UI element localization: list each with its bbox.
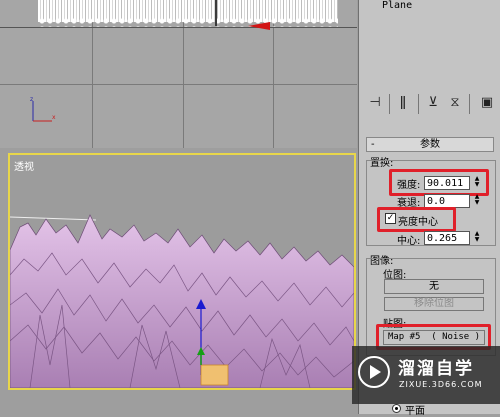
modifier-stack-toolbar: ⊣ ǁ ⊻ ⧖ ▣ [362,94,500,118]
center-label: 中心: [397,236,421,247]
parameters-rollout-header[interactable]: - 参数 [366,137,494,152]
remove-modifier-icon[interactable]: ⧖ [446,94,464,112]
bitmap-none-button[interactable]: 无 [384,279,484,294]
pivot-line [215,0,217,26]
ground-line [0,27,357,28]
x-axis-gizmo-icon[interactable] [248,20,272,32]
watermark-url: ZIXUE.3D66.COM [399,380,483,389]
divider [469,94,470,114]
watermark: 溜溜自学 ZIXUE.3D66.COM [352,346,500,404]
selected-object-name[interactable]: Plane [382,0,412,11]
center-spinner-arrows[interactable]: ▲ ▼ [472,231,482,245]
pin-stack-icon[interactable]: ⊣ [366,94,384,112]
decay-spinner-arrows[interactable]: ▲ ▼ [472,194,482,208]
configure-sets-icon[interactable]: ▣ [478,94,496,112]
front-viewport[interactable]: z x [0,0,357,148]
decay-input[interactable]: 0.0 [424,194,470,208]
remove-bitmap-button[interactable]: 移除位图 [384,297,484,311]
watermark-play-icon [358,356,390,388]
center-luminance-highlight [377,207,456,232]
strength-highlight [389,169,489,196]
center-input[interactable]: 0.265 [424,231,470,245]
planar-radio[interactable] [392,404,401,413]
modifier-stack-icon[interactable]: ǁ [394,94,412,112]
displaced-terrain [10,214,354,388]
planar-label: 平面 [405,406,425,417]
perspective-viewport[interactable]: 透视 [8,153,356,390]
svg-text:x: x [52,114,56,121]
svg-text:z: z [30,96,33,103]
modifier-list[interactable]: Plane [362,0,500,84]
grid-line [0,84,357,85]
watermark-title: 溜溜自学 [398,359,474,379]
rollout-title: 参数 [420,139,440,150]
axis-tripod-icon: z x [30,96,56,122]
divider [389,94,390,114]
make-unique-icon[interactable]: ⊻ [424,94,442,112]
divider [418,94,419,114]
collapse-icon: - [371,139,375,150]
